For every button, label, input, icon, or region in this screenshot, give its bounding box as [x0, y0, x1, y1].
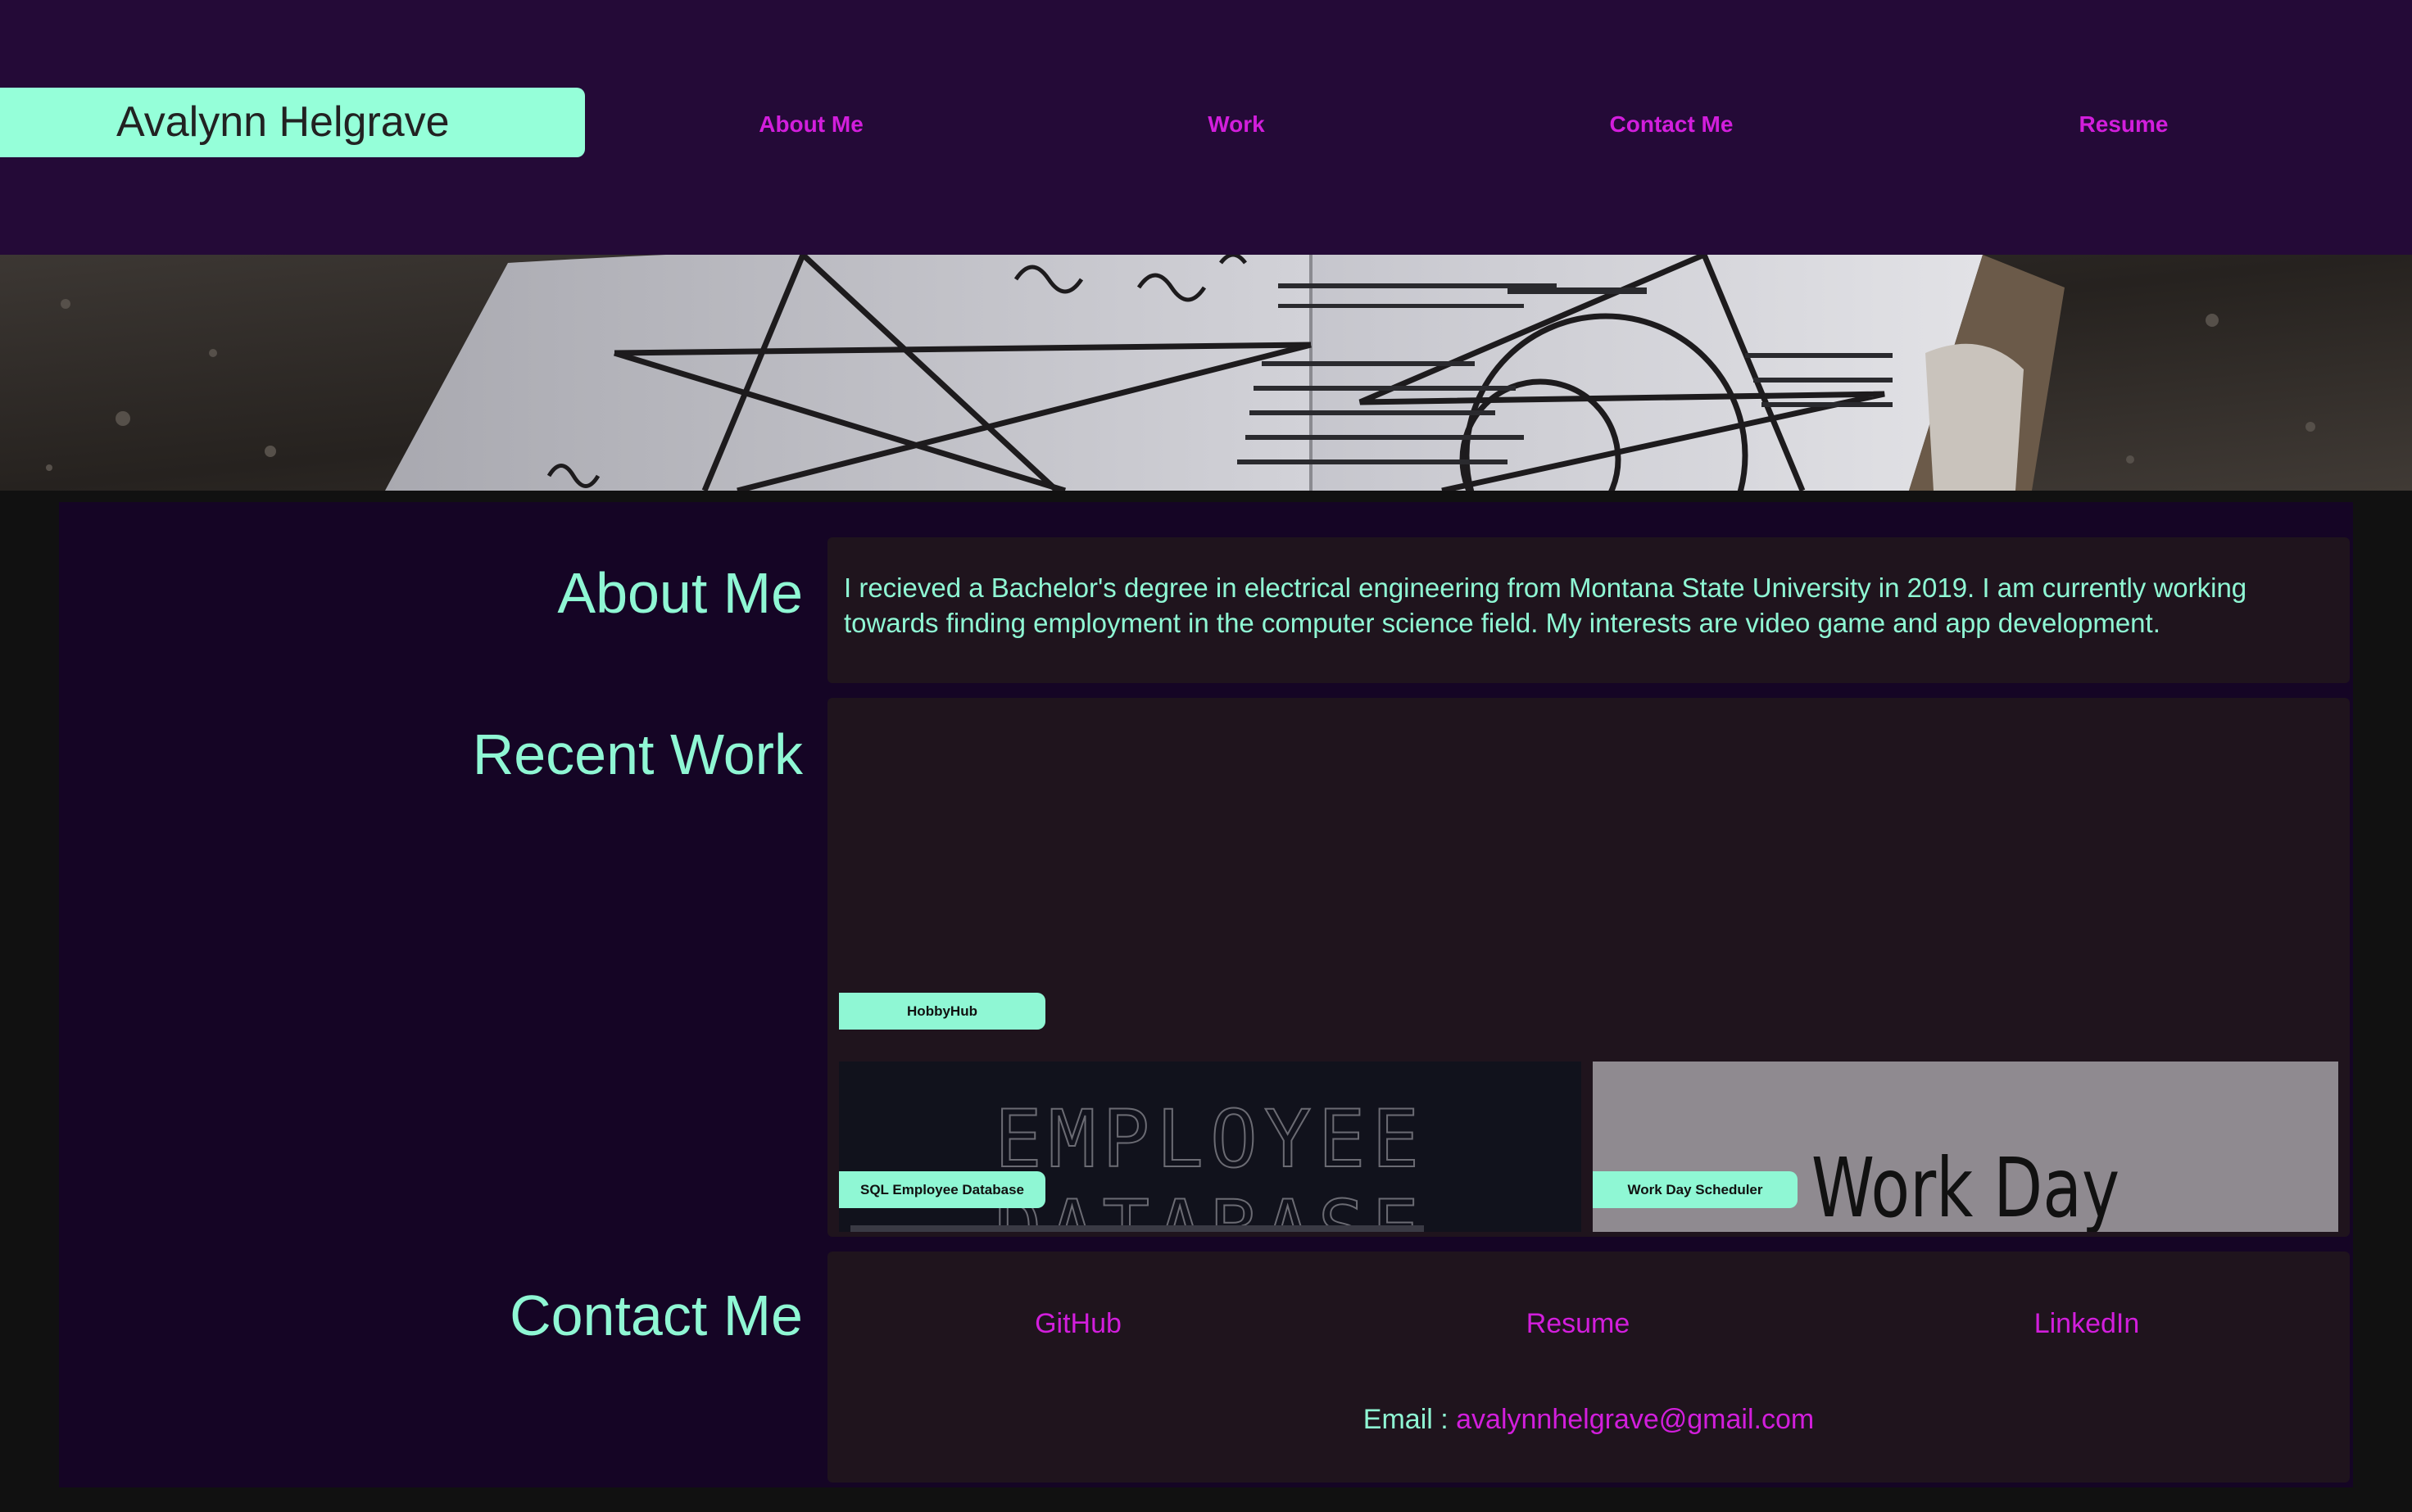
contact-me-heading: Contact Me	[510, 1283, 803, 1347]
hobbyhub-project-link[interactable]: HobbyHub	[839, 993, 1045, 1030]
site-header: Avalynn Helgrave About Me Work Contact M…	[0, 0, 2412, 255]
about-me-text: I recieved a Bachelor's degree in electr…	[844, 573, 2247, 638]
recent-work-heading: Recent Work	[472, 722, 803, 786]
nav-work[interactable]: Work	[1113, 111, 1359, 138]
sql-employee-database-link[interactable]: SQL Employee Database	[839, 1171, 1045, 1208]
resume-link[interactable]: Resume	[1455, 1308, 1701, 1340]
contact-me-panel: GitHub Resume LinkedIn Email : avalynnhe…	[827, 1252, 2350, 1483]
about-me-panel: I recieved a Bachelor's degree in electr…	[827, 537, 2350, 683]
hero-image	[0, 255, 2412, 491]
about-me-heading: About Me	[557, 561, 803, 625]
linkedin-link[interactable]: LinkedIn	[1964, 1308, 2210, 1340]
site-title: Avalynn Helgrave	[0, 88, 585, 157]
nav-resume[interactable]: Resume	[2001, 111, 2247, 138]
recent-work-panel: HobbyHub EMPLOYEE DATABASE SQL Employee …	[827, 698, 2350, 1237]
nav-contact-me[interactable]: Contact Me	[1548, 111, 1794, 138]
github-link[interactable]: GitHub	[955, 1308, 1201, 1340]
main-card: About Me I recieved a Bachelor's degree …	[59, 502, 2353, 1487]
email-link[interactable]: avalynnhelgrave@gmail.com	[1456, 1404, 1814, 1435]
employee-database-image-text: EMPLOYEE DATABASE	[994, 1093, 1426, 1232]
email-row: Email : avalynnhelgrave@gmail.com	[827, 1404, 2350, 1436]
nav-about-me[interactable]: About Me	[688, 111, 934, 138]
work-day-scheduler-link[interactable]: Work Day Scheduler	[1593, 1171, 1798, 1208]
spellbook-illustration	[0, 255, 2412, 491]
email-label: Email :	[1362, 1404, 1457, 1435]
